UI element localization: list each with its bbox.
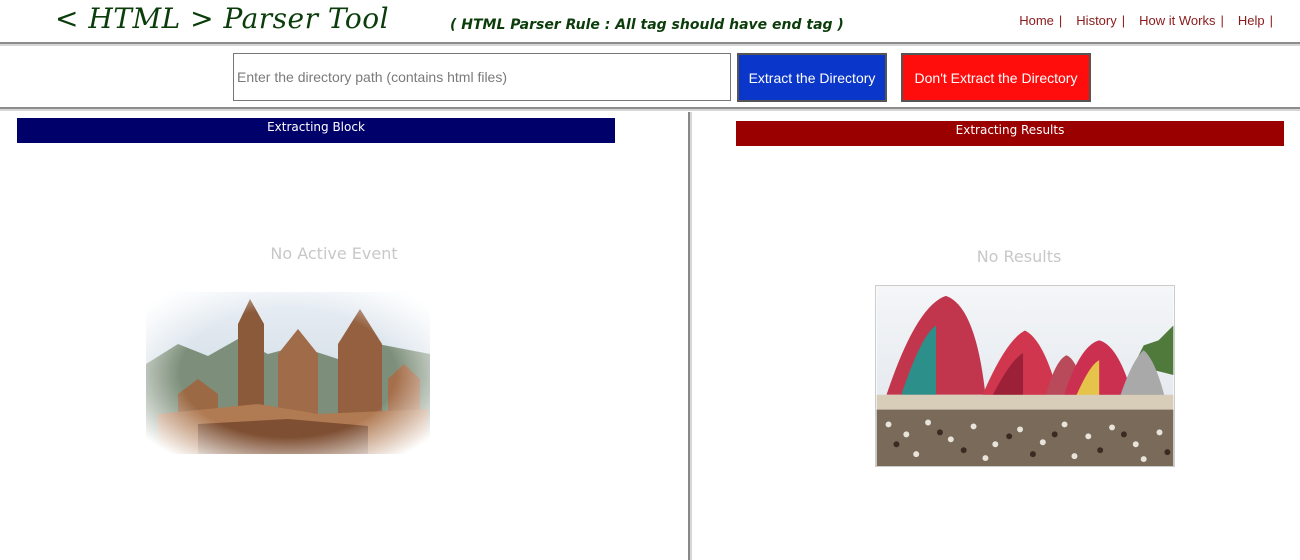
nav-help-link[interactable]: Help xyxy=(1238,13,1265,28)
nav-separator: | xyxy=(1121,13,1126,28)
nav-how-it-works-link[interactable]: How it Works xyxy=(1139,13,1215,28)
directory-path-input[interactable] xyxy=(233,53,731,101)
no-active-event-text: No Active Event xyxy=(270,244,398,263)
extracting-results-header: Extracting Results xyxy=(736,121,1284,146)
nav-separator: | xyxy=(1058,13,1063,28)
parser-rule-text: ( HTML Parser Rule : All tag should have… xyxy=(450,17,844,33)
app-header: < HTML > Parser Tool ( HTML Parser Rule … xyxy=(0,0,1300,44)
toolbar-divider xyxy=(0,107,1300,111)
extract-directory-button[interactable]: Extract the Directory xyxy=(737,53,887,102)
nav-history-link[interactable]: History xyxy=(1076,13,1116,28)
extracting-block-header: Extracting Block xyxy=(17,118,615,143)
nav-home-link[interactable]: Home xyxy=(1019,13,1054,28)
extract-toolbar: Extract the Directory Don't Extract the … xyxy=(0,48,1300,106)
temple-collage-image xyxy=(138,284,438,462)
panel-divider xyxy=(688,112,692,560)
no-results-text: No Results xyxy=(976,247,1062,266)
nav-separator: | xyxy=(1220,13,1224,28)
top-nav: Home | History | How it Works | Help | xyxy=(1019,13,1273,28)
header-divider xyxy=(0,42,1300,46)
chariot-festival-image xyxy=(875,285,1175,467)
app-title: < HTML > Parser Tool xyxy=(55,2,390,35)
nav-separator: | xyxy=(1269,13,1273,28)
dont-extract-directory-button[interactable]: Don't Extract the Directory xyxy=(901,53,1091,102)
